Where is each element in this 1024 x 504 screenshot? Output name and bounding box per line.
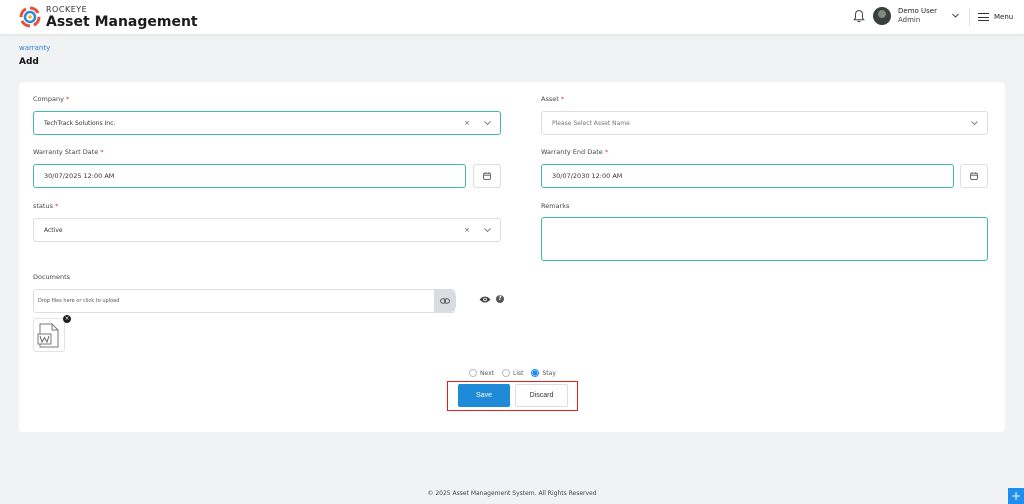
- page-title: Add: [19, 57, 39, 67]
- warranty-end-value: 30/07/2030 12:00 AM: [552, 172, 623, 180]
- required-marker: *: [55, 202, 59, 210]
- user-role: Admin: [898, 16, 921, 24]
- word-document-icon: [37, 323, 59, 348]
- menu-label: Menu: [994, 13, 1014, 21]
- eye-icon[interactable]: [479, 295, 491, 304]
- status-select[interactable]: Active ×: [33, 218, 501, 242]
- brand-top: ROCKEYE: [46, 5, 88, 14]
- chevron-down-icon[interactable]: [483, 226, 492, 235]
- asset-select[interactable]: Please Select Asset Name: [541, 111, 988, 135]
- required-marker: *: [560, 95, 565, 103]
- company-select[interactable]: TechTrack Solutions Inc. ×: [33, 111, 501, 135]
- status-value: Active: [44, 226, 63, 234]
- user-name: Demo User: [898, 7, 937, 15]
- save-button[interactable]: Save: [458, 384, 510, 407]
- add-fab-button[interactable]: +: [1008, 488, 1024, 504]
- clear-icon[interactable]: ×: [464, 119, 470, 127]
- chevron-down-icon[interactable]: [483, 119, 492, 128]
- radio-circle[interactable]: [501, 369, 510, 377]
- breadcrumb[interactable]: warranty: [19, 44, 50, 52]
- radio-next[interactable]: Next: [469, 369, 494, 377]
- menu-button[interactable]: Menu: [978, 9, 1013, 25]
- bell-icon[interactable]: [853, 9, 865, 23]
- radio-list[interactable]: List: [501, 369, 523, 377]
- help-icon[interactable]: ?: [496, 295, 504, 303]
- radio-circle-selected[interactable]: [531, 369, 540, 377]
- required-marker: *: [604, 148, 609, 156]
- link-icon: [440, 298, 450, 304]
- asset-placeholder: Please Select Asset Name: [552, 119, 630, 127]
- footer-text: © 2025 Asset Management System. All Righ…: [427, 490, 597, 497]
- company-label: Company *: [33, 95, 70, 103]
- calendar-button[interactable]: [473, 164, 501, 188]
- required-marker: *: [100, 148, 104, 156]
- radio-stay[interactable]: Stay: [531, 369, 556, 377]
- dropzone-text: Drop files here or click to upload: [38, 298, 120, 304]
- hamburger-icon: [978, 13, 989, 21]
- chevron-down-icon[interactable]: [951, 11, 960, 20]
- chevron-down-icon[interactable]: [970, 119, 979, 128]
- calendar-button[interactable]: [960, 164, 988, 188]
- warranty-end-input[interactable]: 30/07/2030 12:00 AM: [541, 164, 954, 188]
- remarks-label: Remarks: [541, 202, 570, 210]
- header-divider: [969, 8, 970, 26]
- brand-title: Asset Management: [46, 14, 198, 30]
- warranty-end-label: Warranty End Date *: [541, 148, 609, 156]
- logo-icon: [19, 6, 41, 28]
- warranty-start-label: Warranty Start Date *: [33, 148, 104, 156]
- remove-file-icon[interactable]: ×: [63, 315, 71, 323]
- asset-label: Asset *: [541, 95, 565, 103]
- clear-icon[interactable]: ×: [464, 226, 470, 234]
- remarks-textarea[interactable]: [541, 217, 988, 261]
- required-marker: *: [66, 95, 70, 103]
- warranty-start-input[interactable]: 30/07/2025 12:00 AM: [33, 164, 466, 188]
- file-dropzone[interactable]: Drop files here or click to upload: [33, 289, 455, 313]
- company-value: TechTrack Solutions Inc.: [44, 119, 116, 127]
- top-bar: ROCKEYE Asset Management Demo User Admin…: [0, 0, 1024, 34]
- attach-button[interactable]: [434, 289, 456, 313]
- avatar[interactable]: [873, 7, 891, 25]
- documents-label: Documents: [33, 273, 71, 281]
- calendar-icon: [970, 172, 978, 180]
- radio-circle[interactable]: [469, 369, 477, 377]
- discard-button[interactable]: Discard: [515, 384, 568, 407]
- word-file-thumbnail[interactable]: [33, 318, 65, 352]
- after-save-options: Next List Stay: [469, 369, 560, 377]
- status-label: status *: [33, 202, 59, 210]
- calendar-icon: [483, 172, 491, 180]
- warranty-start-value: 30/07/2025 12:00 AM: [44, 172, 115, 180]
